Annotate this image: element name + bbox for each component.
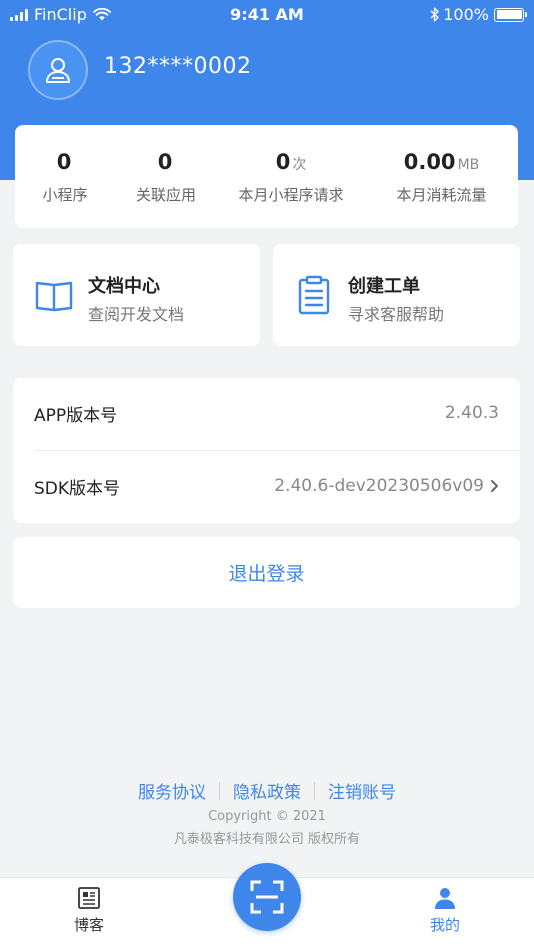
docs-subtitle: 查阅开发文档 [88, 305, 185, 324]
stat-value: 0 [275, 150, 291, 174]
tab-blog-label: 博客 [73, 916, 104, 934]
chevron-right-icon [491, 480, 498, 492]
separator [314, 781, 315, 800]
sdk-version-row[interactable]: SDK版本号 2.40.6-dev20230506v09 [13, 451, 520, 523]
version-card: APP版本号 2.40.3 SDK版本号 2.40.6-dev20230506v… [13, 378, 520, 523]
stat-label: 本月消耗流量 [396, 186, 487, 204]
terms-link[interactable]: 服务协议 [138, 778, 206, 803]
stat-monthly-traffic[interactable]: 0.00 MB 本月消耗流量 [365, 125, 518, 228]
stat-value: 0 [56, 150, 72, 174]
avatar[interactable] [28, 40, 88, 100]
sdk-version-value-wrap: 2.40.6-dev20230506v09 [274, 476, 499, 496]
scan-button[interactable] [233, 863, 301, 931]
copyright-text: Copyright © 2021 [208, 809, 326, 824]
separator [219, 781, 220, 800]
ticket-subtitle: 寻求客服帮助 [348, 305, 445, 324]
privacy-link[interactable]: 隐私政策 [233, 778, 301, 803]
newspaper-icon [78, 887, 100, 909]
ticket-title: 创建工单 [348, 276, 420, 297]
sdk-version-label: SDK版本号 [34, 479, 121, 499]
user-icon [435, 888, 455, 909]
stat-mini-programs[interactable]: 0 小程序 [15, 125, 115, 228]
sdk-version-value: 2.40.6-dev20230506v09 [274, 476, 484, 496]
bluetooth-icon [430, 7, 439, 22]
stat-value: 0.00 [403, 150, 456, 174]
status-bar: FinClip 9:41 AM 100% [0, 0, 534, 32]
stat-value: 0 [157, 150, 173, 174]
docs-center-card[interactable]: 文档中心 查阅开发文档 [13, 244, 260, 346]
battery-percent: 100% [443, 5, 489, 24]
scan-icon [250, 880, 284, 914]
app-version-row: APP版本号 2.40.3 [13, 378, 520, 450]
stat-label: 本月小程序请求 [238, 186, 344, 204]
create-ticket-card[interactable]: 创建工单 寻求客服帮助 [273, 244, 520, 346]
logout-label: 退出登录 [228, 563, 305, 585]
footer-links: 服务协议 隐私政策 注销账号 [0, 778, 534, 803]
status-right: 100% [430, 5, 527, 24]
stat-label: 小程序 [42, 186, 88, 204]
stat-linked-apps[interactable]: 0 关联应用 [115, 125, 217, 228]
app-version-value: 2.40.3 [444, 403, 499, 423]
delete-account-link[interactable]: 注销账号 [328, 778, 396, 803]
book-icon [35, 281, 73, 312]
logout-button[interactable]: 退出登录 [13, 537, 520, 608]
stat-unit: 次 [292, 157, 307, 173]
tab-mine-label: 我的 [429, 916, 460, 934]
company-text: 凡泰极客科技有限公司 版权所有 [173, 832, 361, 847]
tab-mine[interactable]: 我的 [405, 886, 485, 935]
user-phone: 132****0002 [104, 54, 252, 79]
stat-unit: MB [457, 157, 480, 173]
stat-monthly-requests[interactable]: 0次 本月小程序请求 [217, 125, 365, 228]
user-avatar-icon [46, 58, 70, 83]
tab-blog[interactable]: 博客 [49, 886, 129, 935]
stats-card: 0 小程序 0 关联应用 0次 本月小程序请求 0.00 MB 本月消耗流量 [15, 125, 518, 228]
stat-label: 关联应用 [135, 186, 196, 204]
app-version-label: APP版本号 [34, 406, 118, 426]
docs-title: 文档中心 [88, 276, 160, 297]
page: FinClip 9:41 AM 100% 132****0002 0 小程序 0… [0, 0, 534, 950]
battery-icon [494, 7, 527, 22]
clipboard-icon [298, 275, 330, 315]
